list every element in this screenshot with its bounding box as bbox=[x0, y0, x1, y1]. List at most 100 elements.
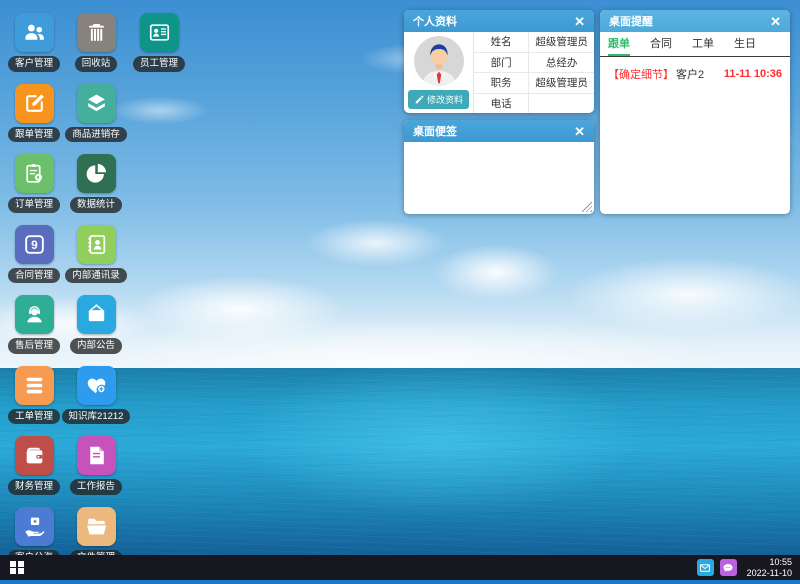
desktop-icon-statistics[interactable]: 数据统计 bbox=[70, 154, 122, 213]
wallet-icon bbox=[15, 436, 54, 475]
list-lines-icon bbox=[15, 366, 54, 405]
customers-icon bbox=[15, 13, 54, 52]
note-content-area[interactable] bbox=[404, 142, 594, 214]
reminder-customer: 客户2 bbox=[676, 66, 704, 82]
edit-profile-label: 修改资料 bbox=[427, 93, 463, 106]
profile-panel-header: 个人资料 ✕ bbox=[404, 10, 594, 32]
profile-field-row: 电话 bbox=[474, 94, 594, 114]
profile-panel-body: 修改资料 姓名 超级管理员 部门 总经办 职务 超级管理员 电话 bbox=[404, 32, 594, 113]
desktop-icon-column-3: 员工管理 bbox=[139, 13, 179, 72]
field-label: 职务 bbox=[474, 73, 529, 93]
field-value bbox=[529, 94, 594, 114]
profile-field-row: 职务 超级管理员 bbox=[474, 73, 594, 94]
document-icon bbox=[77, 436, 116, 475]
mail-icon bbox=[699, 562, 711, 574]
field-label: 电话 bbox=[474, 94, 529, 114]
reminder-panel-title: 桌面提醒 bbox=[609, 13, 653, 29]
folder-icon bbox=[77, 507, 116, 546]
desktop-icon-inventory[interactable]: 商品进销存 bbox=[65, 84, 127, 143]
tab-birthdays[interactable]: 生日 bbox=[734, 32, 756, 56]
desktop-icon-column-2: 回收站 商品进销存 数据统计 内部通讯录 内部公告 bbox=[76, 13, 116, 565]
desktop-icon-label: 售后管理 bbox=[8, 338, 60, 354]
desktop-icon-recycle-bin[interactable]: 回收站 bbox=[75, 13, 118, 72]
reminder-panel-header: 桌面提醒 ✕ bbox=[600, 10, 790, 32]
profile-panel: 个人资料 ✕ bbox=[404, 10, 594, 113]
note-panel: 桌面便签 ✕ bbox=[404, 120, 594, 214]
note-panel-title: 桌面便签 bbox=[413, 123, 457, 139]
desktop-icon-label: 财务管理 bbox=[8, 479, 60, 495]
chat-bubble-icon bbox=[722, 562, 734, 574]
hanging-board-icon bbox=[77, 295, 116, 334]
desktop-icon-label: 订单管理 bbox=[8, 197, 60, 213]
reminder-tag: 【确定细节】 bbox=[608, 66, 674, 82]
pie-chart-icon bbox=[77, 154, 116, 193]
close-icon[interactable]: ✕ bbox=[574, 15, 585, 28]
close-icon[interactable]: ✕ bbox=[770, 15, 781, 28]
trash-icon bbox=[77, 13, 116, 52]
desktop-icon-label: 内部通讯录 bbox=[65, 268, 127, 284]
field-label: 姓名 bbox=[474, 32, 529, 52]
support-agent-icon bbox=[15, 295, 54, 334]
tab-work-orders[interactable]: 工单 bbox=[692, 32, 714, 56]
desktop-icon-employees[interactable]: 员工管理 bbox=[133, 13, 185, 72]
desktop-icon-finance[interactable]: 财务管理 bbox=[8, 436, 60, 495]
edit-pencil-icon bbox=[15, 84, 54, 123]
desktop-icon-work-orders[interactable]: 工单管理 bbox=[8, 366, 60, 425]
desktop-icon-label: 商品进销存 bbox=[65, 127, 127, 143]
field-value: 超级管理员 bbox=[529, 32, 594, 52]
taskbar: 10:55 2022-11-10 bbox=[0, 555, 800, 580]
mail-tray-button[interactable] bbox=[697, 559, 714, 576]
clock-date: 2022-11-10 bbox=[747, 568, 792, 579]
seal-stamp-icon: 9 bbox=[15, 225, 54, 264]
id-card-icon bbox=[140, 13, 179, 52]
edit-icon bbox=[414, 95, 424, 105]
field-label: 部门 bbox=[474, 53, 529, 73]
note-panel-header: 桌面便签 ✕ bbox=[404, 120, 594, 142]
profile-field-row: 姓名 超级管理员 bbox=[474, 32, 594, 53]
reminder-item[interactable]: 【确定细节】 客户2 11-11 10:36 bbox=[600, 57, 790, 91]
desktop-icon-contacts[interactable]: 内部通讯录 bbox=[65, 225, 127, 284]
desktop-icon-customers[interactable]: 客户管理 bbox=[8, 13, 60, 72]
reminder-panel: 桌面提醒 ✕ 跟单 合同 工单 生日 【确定细节】 客户2 11-11 10:3… bbox=[600, 10, 790, 214]
svg-text:9: 9 bbox=[31, 237, 38, 251]
reminder-tabs: 跟单 合同 工单 生日 bbox=[600, 32, 790, 57]
desktop: 客户管理 跟单管理 订单管理 9 合同管理 售后管理 bbox=[0, 0, 800, 584]
desktop-icon-contracts[interactable]: 9 合同管理 bbox=[8, 225, 60, 284]
clipboard-gear-icon bbox=[15, 154, 54, 193]
desktop-icon-notices[interactable]: 内部公告 bbox=[70, 295, 122, 354]
desktop-icon-label: 知识库21212 bbox=[62, 409, 131, 425]
clock-time: 10:55 bbox=[747, 557, 792, 568]
desktop-icon-orders[interactable]: 订单管理 bbox=[8, 154, 60, 213]
desktop-icon-label: 回收站 bbox=[75, 56, 118, 72]
close-icon[interactable]: ✕ bbox=[574, 125, 585, 138]
taskbar-clock: 10:55 2022-11-10 bbox=[747, 557, 792, 579]
desktop-icon-label: 客户管理 bbox=[8, 56, 60, 72]
avatar bbox=[414, 36, 464, 86]
heart-plus-icon bbox=[77, 366, 116, 405]
desktop-icon-label: 内部公告 bbox=[70, 338, 122, 354]
chat-tray-button[interactable] bbox=[720, 559, 737, 576]
edit-profile-button[interactable]: 修改资料 bbox=[408, 90, 469, 109]
windows-logo-icon bbox=[10, 561, 16, 567]
profile-fields: 姓名 超级管理员 部门 总经办 职务 超级管理员 电话 bbox=[474, 32, 594, 113]
desktop-icon-reports[interactable]: 工作报告 bbox=[70, 436, 122, 495]
address-book-icon bbox=[77, 225, 116, 264]
desktop-icon-label: 合同管理 bbox=[8, 268, 60, 284]
desktop-icon-follow-orders[interactable]: 跟单管理 bbox=[8, 84, 60, 143]
desktop-icon-knowledge-base[interactable]: 知识库21212 bbox=[62, 366, 131, 425]
desktop-icon-label: 员工管理 bbox=[133, 56, 185, 72]
field-value: 超级管理员 bbox=[529, 73, 594, 93]
profile-avatar-section: 修改资料 bbox=[404, 32, 474, 113]
desktop-icon-label: 数据统计 bbox=[70, 197, 122, 213]
desktop-icon-label: 跟单管理 bbox=[8, 127, 60, 143]
start-button[interactable] bbox=[10, 561, 24, 575]
field-value: 总经办 bbox=[529, 53, 594, 73]
profile-panel-title: 个人资料 bbox=[413, 13, 457, 29]
tab-contracts[interactable]: 合同 bbox=[650, 32, 672, 56]
desktop-icon-column-1: 客户管理 跟单管理 订单管理 9 合同管理 售后管理 bbox=[14, 13, 54, 565]
profile-field-row: 部门 总经办 bbox=[474, 53, 594, 74]
desktop-icon-label: 工作报告 bbox=[70, 479, 122, 495]
desktop-icon-aftersales[interactable]: 售后管理 bbox=[8, 295, 60, 354]
hand-box-icon bbox=[15, 507, 54, 546]
tab-follow-orders[interactable]: 跟单 bbox=[608, 32, 630, 56]
